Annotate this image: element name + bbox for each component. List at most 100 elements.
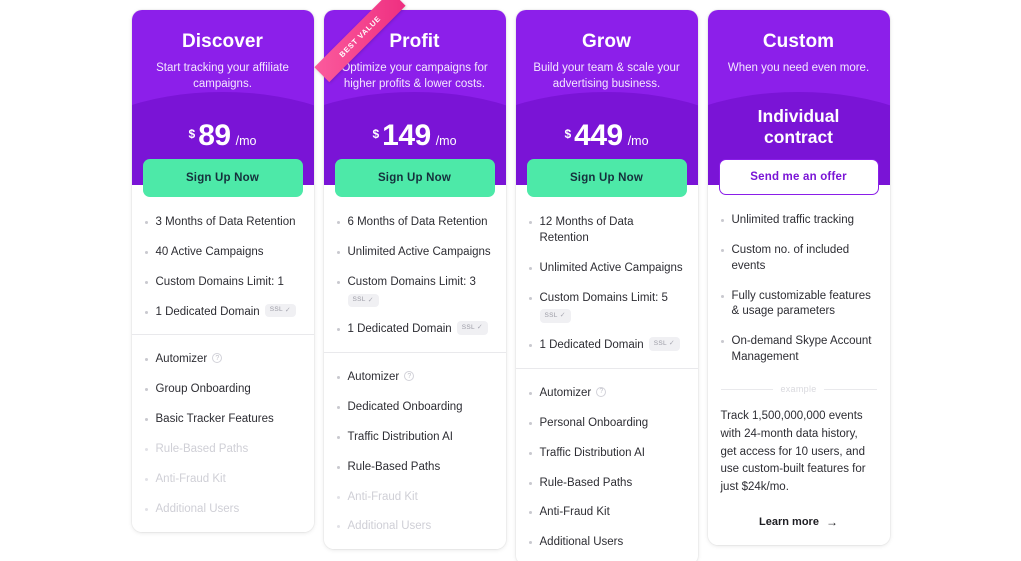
feature-group-secondary: Automizer? Dedicated Onboarding Traffic Di…: [323, 352, 506, 549]
bullet-icon: [336, 280, 340, 284]
feature-item: Unlimited Active Campaigns: [528, 261, 685, 277]
price-period: /mo: [235, 133, 257, 148]
feature-item: Unlimited Active Campaigns: [336, 245, 493, 261]
feature-label: Rule-Based Paths: [155, 443, 249, 456]
feature-label: 12 Months of Data Retention: [539, 216, 634, 244]
check-icon: ✓: [559, 312, 566, 320]
price-amount: 89: [198, 118, 231, 152]
plan-description: When you need even more.: [727, 61, 870, 74]
bullet-icon: [720, 219, 724, 222]
feature-item: Personal Onboarding: [528, 416, 685, 432]
feature-label: Automizer?: [540, 386, 685, 402]
feature-item: 40 Active Campaigns: [144, 245, 301, 261]
feature-label: Custom Domains Limit: 5 SSL ✓: [539, 291, 685, 325]
price-amount: 149: [382, 118, 431, 152]
feature-item: 3 Months of Data Retention: [144, 215, 301, 231]
bullet-icon: [528, 511, 532, 515]
bullet-icon: [528, 296, 532, 300]
ssl-badge: SSL ✓: [539, 309, 571, 324]
feature-label: Custom no. of included events: [731, 243, 850, 272]
feature-label: Anti-Fraud Kit: [539, 506, 610, 519]
bullet-icon: [144, 477, 148, 481]
bullet-icon: [528, 421, 532, 425]
card-body: Custom When you need even more. Individual…: [707, 10, 890, 546]
feature-item: 1 Dedicated Domain SSL ✓: [144, 303, 301, 321]
bullet-icon: [528, 344, 532, 348]
feature-item-disabled: Additional Users: [336, 519, 493, 535]
cta-container: Sign Up Now: [324, 159, 506, 197]
price: $89/mo: [146, 119, 300, 153]
ssl-badge-label: SSL: [653, 339, 667, 347]
cta-container: Sign Up Now: [132, 159, 314, 197]
card-body: Profit Optimize your campaigns for higher…: [323, 10, 506, 550]
bullet-icon: [144, 388, 148, 392]
ssl-badge: SSL ✓: [456, 321, 489, 336]
feature-item: Custom Domains Limit: 5 SSL ✓: [528, 291, 685, 325]
signup-button[interactable]: Sign Up Now: [526, 159, 687, 197]
feature-label: Unlimited Active Campaigns: [347, 245, 491, 258]
feature-label: Unlimited traffic tracking: [731, 214, 855, 226]
cta-container: Send me an offer: [708, 159, 890, 195]
bullet-icon: [528, 221, 532, 224]
feature-group-primary: Unlimited traffic tracking Custom no. of …: [708, 195, 890, 380]
feature-item: Traffic Distribution AI: [528, 446, 685, 462]
plan-description: Start tracking your affiliate campaigns.: [156, 61, 289, 91]
feature-label: Automizer?: [156, 352, 301, 368]
bullet-icon: [336, 376, 340, 380]
bullet-icon: [336, 250, 340, 254]
pricing-card-grow: Grow Build your team & scale your adverti…: [515, 10, 698, 561]
feature-group-secondary: Automizer? Group Onboarding Basic Tracker …: [131, 334, 314, 531]
bullet-icon: [144, 221, 148, 224]
feature-label: On-demand Skype Account Management: [731, 335, 872, 364]
bullet-icon: [144, 507, 148, 511]
feature-label: 6 Months of Data Retention: [347, 216, 488, 228]
feature-item: On-demand Skype Account Management: [720, 334, 877, 366]
pricing-card-custom: Custom When you need even more. Individual…: [707, 10, 890, 546]
check-icon: ✓: [668, 340, 676, 348]
bullet-icon: [336, 406, 340, 410]
plan-description: Optimize your campaigns for higher profi…: [341, 61, 488, 91]
feature-item: Rule-Based Paths: [336, 460, 493, 476]
bullet-icon: [528, 392, 532, 396]
signup-button[interactable]: Sign Up Now: [334, 159, 495, 197]
info-icon[interactable]: ?: [404, 371, 415, 382]
feature-label: Additional Users: [347, 520, 432, 533]
check-icon: ✓: [476, 324, 484, 332]
feature-label: 1 Dedicated Domain SSL ✓: [156, 303, 301, 321]
cta-container: Sign Up Now: [516, 159, 698, 197]
feature-item: Custom Domains Limit: 3 SSL ✓: [336, 275, 493, 309]
ssl-badge-label: SSL: [352, 295, 366, 303]
check-icon: ✓: [367, 296, 374, 304]
feature-item-disabled: Rule-Based Paths: [144, 442, 301, 458]
bullet-icon: [336, 221, 340, 224]
plan-description: Build your team & scale your advertising…: [533, 61, 680, 91]
signup-button[interactable]: Sign Up Now: [142, 159, 303, 197]
bullet-icon: [336, 465, 340, 469]
learn-more-link[interactable]: Learn more →: [708, 497, 890, 545]
feature-item: Custom Domains Limit: 1: [144, 275, 301, 291]
feature-label: Anti-Fraud Kit: [155, 472, 226, 485]
bullet-icon: [720, 340, 724, 344]
feature-item: 1 Dedicated Domain SSL ✓: [336, 321, 493, 338]
signup-button[interactable]: Send me an offer: [718, 159, 879, 195]
pricing-table: Discover Start tracking your affiliate ca…: [0, 0, 1021, 561]
info-icon[interactable]: ?: [212, 353, 223, 364]
learn-more-label: Learn more: [759, 516, 819, 529]
info-icon[interactable]: ?: [596, 386, 607, 397]
feature-item: Dedicated Onboarding: [336, 400, 493, 416]
bullet-icon: [528, 266, 532, 270]
arrow-right-icon: →: [825, 515, 838, 530]
feature-label: 1 Dedicated Domain SSL ✓: [348, 321, 493, 338]
feature-group-primary: 12 Months of Data Retention Unlimited Act…: [516, 197, 698, 368]
feature-label: Anti-Fraud Kit: [347, 490, 418, 503]
feature-label: Personal Onboarding: [539, 416, 649, 429]
example-divider: example: [708, 384, 890, 394]
feature-item-disabled: Additional Users: [144, 502, 301, 518]
pricing-card-profit: BEST VALUE Profit Optimize your campaigns …: [313, 0, 506, 550]
ssl-badge: SSL ✓: [347, 293, 379, 308]
feature-item: 12 Months of Data Retention: [528, 215, 685, 247]
bullet-icon: [336, 495, 340, 499]
feature-label: Automizer?: [348, 370, 493, 386]
feature-label: Basic Tracker Features: [155, 413, 274, 426]
example-label: example: [780, 384, 817, 395]
